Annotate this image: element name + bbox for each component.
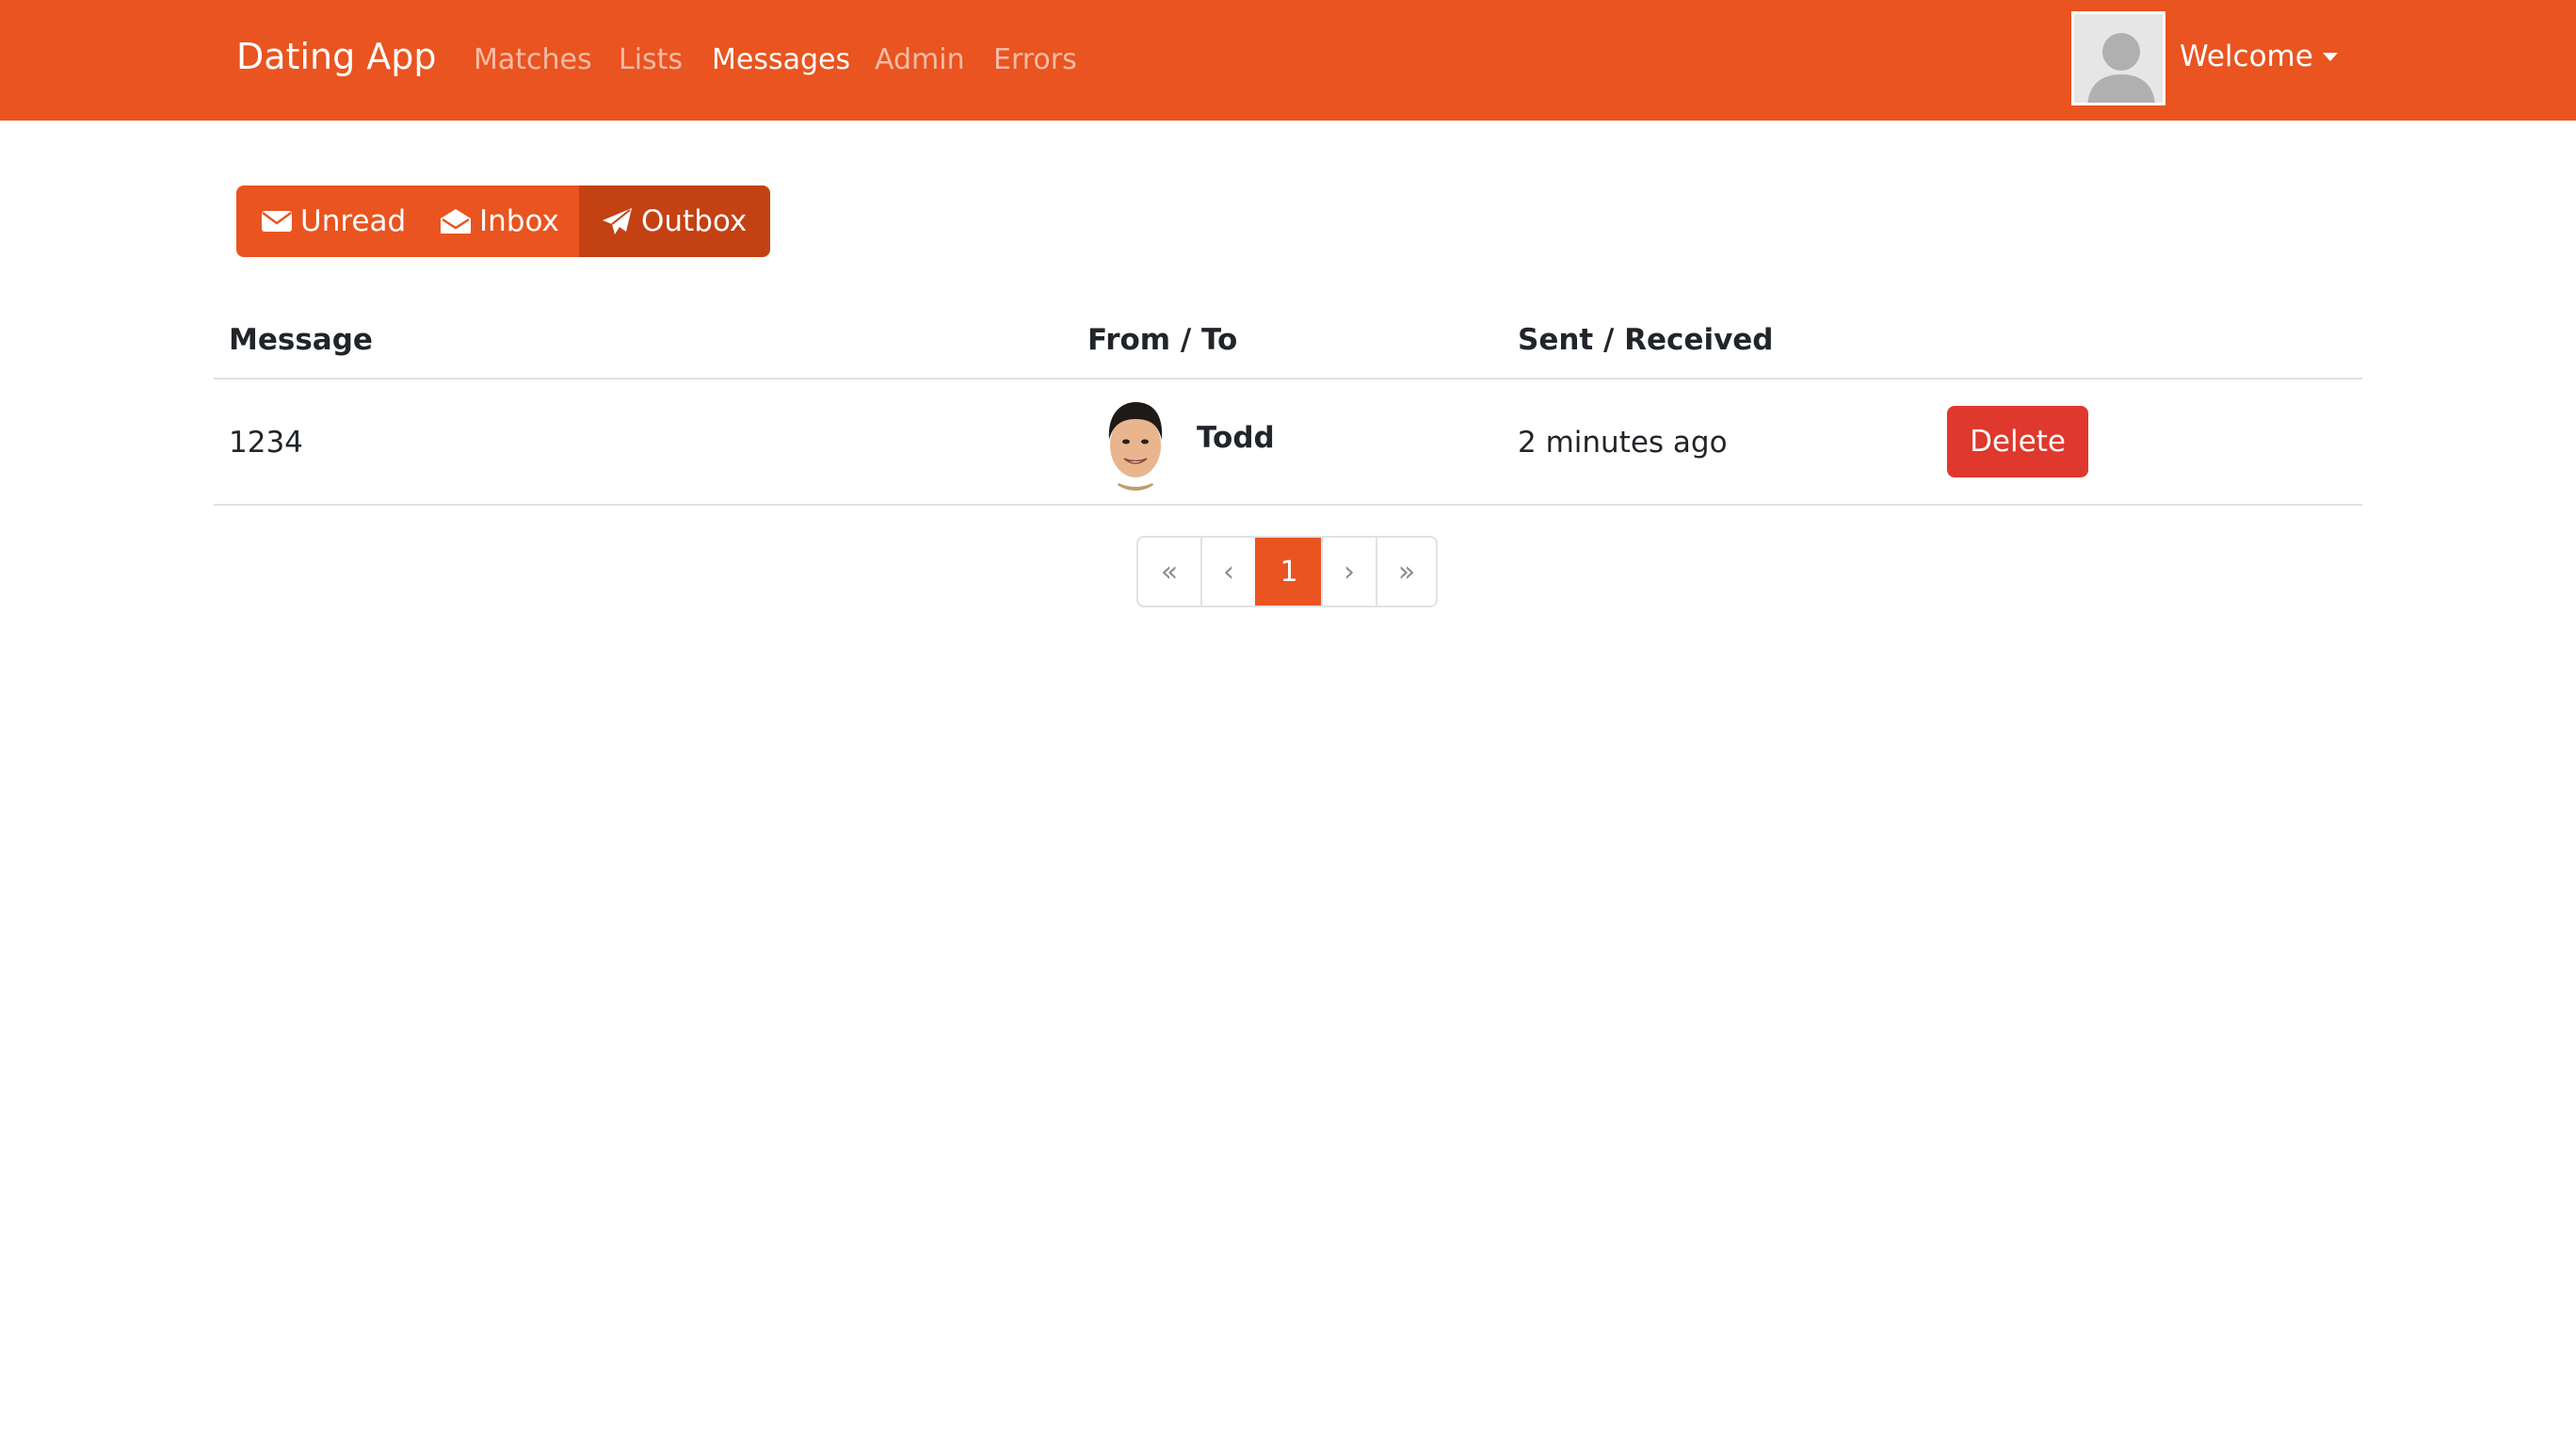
outbox-label: Outbox [641, 204, 748, 238]
page-1-button[interactable]: 1 [1255, 538, 1321, 606]
nav-link-matches[interactable]: Matches [474, 43, 592, 76]
message-content: 1234 [229, 426, 303, 460]
message-timestamp: 2 minutes ago [1518, 426, 1728, 460]
top-navbar: Dating App Matches Lists Messages Admin … [0, 0, 2576, 121]
delete-button[interactable]: Delete [1947, 406, 2088, 477]
inbox-label: Inbox [479, 204, 559, 238]
nav-link-admin[interactable]: Admin [875, 43, 965, 76]
brand-link[interactable]: Dating App [236, 36, 437, 77]
user-photo [1098, 396, 1173, 491]
inbox-button[interactable]: Inbox [421, 186, 579, 257]
user-avatar[interactable] [2071, 11, 2165, 105]
user-face-icon [1098, 396, 1173, 491]
next-page-button[interactable]: › [1321, 538, 1376, 606]
header-divider [214, 378, 2362, 380]
nav-link-messages[interactable]: Messages [712, 43, 850, 76]
chevron-down-icon[interactable] [2323, 53, 2338, 61]
user-menu-toggle[interactable]: Welcome [2180, 40, 2313, 73]
previous-page-button[interactable]: ‹ [1200, 538, 1255, 606]
message-container-tabs: Unread Inbox Outbox [236, 186, 770, 257]
row-divider [214, 504, 2362, 506]
first-page-button[interactable]: « [1138, 538, 1200, 606]
envelope-icon [262, 211, 292, 232]
outbox-button[interactable]: Outbox [579, 186, 770, 257]
envelope-open-icon [441, 209, 471, 234]
nav-link-errors[interactable]: Errors [993, 43, 1077, 76]
user-placeholder-icon [2074, 14, 2163, 103]
last-page-button[interactable]: » [1376, 538, 1436, 606]
unread-label: Unread [300, 204, 407, 238]
column-header-from-to: From / To [1087, 323, 1238, 357]
pagination: « ‹ 1 › » [1136, 536, 1438, 607]
user-name[interactable]: Todd [1197, 421, 1275, 455]
nav-link-lists[interactable]: Lists [619, 43, 683, 76]
column-header-message: Message [229, 323, 373, 357]
unread-button[interactable]: Unread [236, 186, 421, 257]
paper-plane-icon [603, 208, 632, 234]
column-header-sent-received: Sent / Received [1518, 323, 1774, 357]
